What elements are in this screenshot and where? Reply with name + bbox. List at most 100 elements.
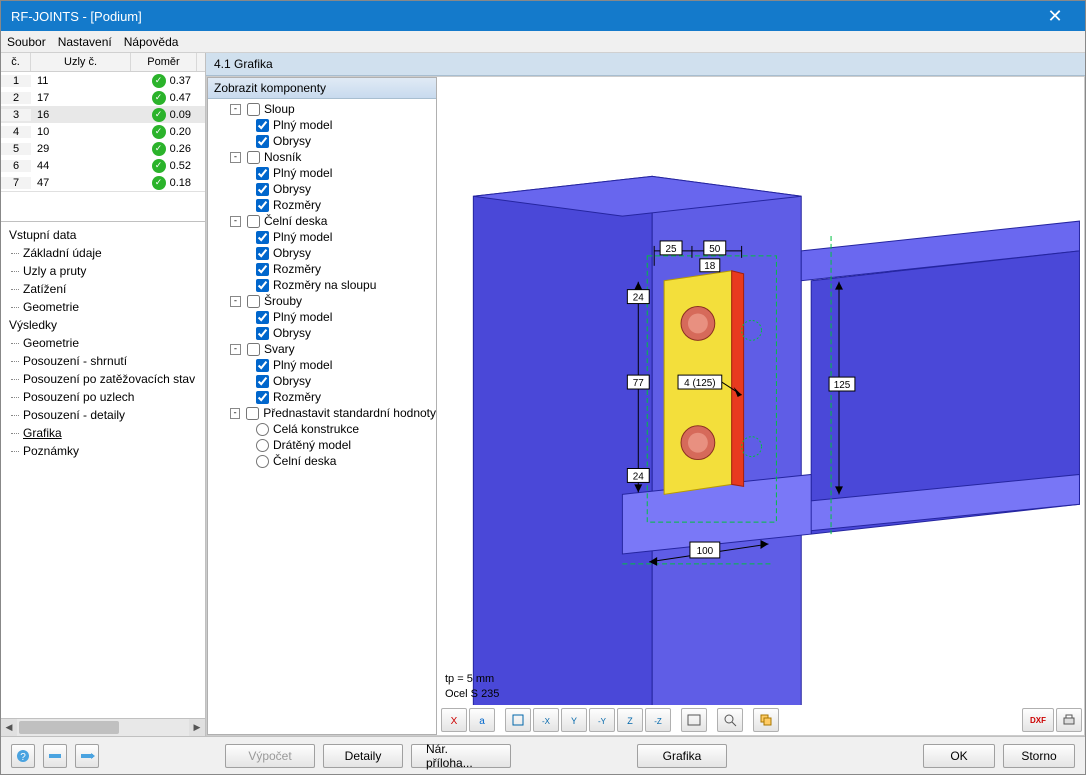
- hscroll[interactable]: ◀ ▶: [1, 718, 205, 736]
- graphic-viewport[interactable]: 25 50 18 24: [439, 77, 1084, 735]
- tree-group[interactable]: -Přednastavit standardní hodnoty: [216, 405, 436, 421]
- view-y-button[interactable]: Y: [561, 708, 587, 732]
- tree-checkbox[interactable]: [246, 407, 259, 420]
- tree-checkbox[interactable]: [256, 391, 269, 404]
- print-button[interactable]: [1056, 708, 1082, 732]
- tree-checkbox[interactable]: [256, 359, 269, 372]
- table-row[interactable]: 111✓0.37: [1, 72, 205, 89]
- zoom-button[interactable]: [717, 708, 743, 732]
- tree-item[interactable]: Obrysy: [216, 373, 436, 389]
- tree-checkbox[interactable]: [256, 135, 269, 148]
- tree-item[interactable]: Rozměry na sloupu: [216, 277, 436, 293]
- menu-help[interactable]: Nápověda: [124, 35, 179, 49]
- scroll-left[interactable]: ◀: [1, 719, 17, 736]
- tree-item[interactable]: Rozměry: [216, 389, 436, 405]
- view-iso-button[interactable]: [505, 708, 531, 732]
- tree-item[interactable]: Plný model: [216, 165, 436, 181]
- tree-radio[interactable]: [256, 455, 269, 468]
- table-row[interactable]: 747✓0.18: [1, 174, 205, 191]
- menu-settings[interactable]: Nastavení: [58, 35, 112, 49]
- table-row[interactable]: 316✓0.09: [1, 106, 205, 123]
- nav-item[interactable]: Poznámky: [3, 442, 203, 460]
- nav-item[interactable]: Posouzení - shrnutí: [3, 352, 203, 370]
- tree-item[interactable]: Drátěný model: [216, 437, 436, 453]
- tree-checkbox[interactable]: [256, 263, 269, 276]
- details-button[interactable]: Detaily: [323, 744, 403, 768]
- tree-group[interactable]: -Čelní deska: [216, 213, 436, 229]
- expand-icon[interactable]: -: [230, 216, 241, 227]
- tree-item[interactable]: Plný model: [216, 229, 436, 245]
- graphics-button[interactable]: Grafika: [637, 744, 727, 768]
- tree-item[interactable]: Čelní deska: [216, 453, 436, 469]
- tree-checkbox[interactable]: [247, 103, 260, 116]
- nav-item[interactable]: Posouzení - detaily: [3, 406, 203, 424]
- tree-checkbox[interactable]: [256, 375, 269, 388]
- cancel-button[interactable]: Storno: [1003, 744, 1075, 768]
- expand-icon[interactable]: -: [230, 296, 241, 307]
- expand-icon[interactable]: -: [230, 344, 241, 355]
- close-button[interactable]: ✕: [1035, 6, 1075, 27]
- tree-item[interactable]: Obrysy: [216, 133, 436, 149]
- nav-item[interactable]: Grafika: [3, 424, 203, 442]
- tree-checkbox[interactable]: [256, 327, 269, 340]
- tree-checkbox[interactable]: [256, 119, 269, 132]
- units-button[interactable]: [43, 744, 67, 768]
- tree-item[interactable]: Plný model: [216, 357, 436, 373]
- export-dxf-button[interactable]: DXF: [1022, 708, 1054, 732]
- tree-item[interactable]: Celá konstrukce: [216, 421, 436, 437]
- tree-checkbox[interactable]: [256, 231, 269, 244]
- tree-radio[interactable]: [256, 439, 269, 452]
- tree-item[interactable]: Plný model: [216, 117, 436, 133]
- tree-radio[interactable]: [256, 423, 269, 436]
- table-row[interactable]: 529✓0.26: [1, 140, 205, 157]
- nav-item[interactable]: Posouzení po zatěžovacích stav: [3, 370, 203, 388]
- nav-item[interactable]: Uzly a pruty: [3, 262, 203, 280]
- table-row[interactable]: 217✓0.47: [1, 89, 205, 106]
- tree-checkbox[interactable]: [247, 295, 260, 308]
- tree-item[interactable]: Rozměry: [216, 261, 436, 277]
- tree-checkbox[interactable]: [256, 199, 269, 212]
- tree-item[interactable]: Obrysy: [216, 245, 436, 261]
- view-neg-x-button[interactable]: -X: [533, 708, 559, 732]
- table-row[interactable]: 644✓0.52: [1, 157, 205, 174]
- tree-item[interactable]: Plný model: [216, 309, 436, 325]
- expand-icon[interactable]: -: [230, 152, 241, 163]
- scroll-right[interactable]: ▶: [189, 719, 205, 736]
- view-neg-y-button[interactable]: -Y: [589, 708, 615, 732]
- tree-group[interactable]: -Šrouby: [216, 293, 436, 309]
- nav-item[interactable]: Základní údaje: [3, 244, 203, 262]
- expand-icon[interactable]: -: [230, 408, 240, 419]
- tree-checkbox[interactable]: [247, 151, 260, 164]
- tree-group[interactable]: -Nosník: [216, 149, 436, 165]
- tree-checkbox[interactable]: [247, 215, 260, 228]
- annex-button[interactable]: Nár. příloha...: [411, 744, 511, 768]
- tree-group[interactable]: -Svary: [216, 341, 436, 357]
- nav-item[interactable]: Geometrie: [3, 334, 203, 352]
- nav-item[interactable]: Geometrie: [3, 298, 203, 316]
- scroll-thumb[interactable]: [19, 721, 119, 734]
- tree-checkbox[interactable]: [256, 311, 269, 324]
- view-fit-button[interactable]: [681, 708, 707, 732]
- view-neg-z-button[interactable]: -Z: [645, 708, 671, 732]
- tree-checkbox[interactable]: [256, 167, 269, 180]
- expand-icon[interactable]: -: [230, 104, 241, 115]
- view-z-button[interactable]: Z: [617, 708, 643, 732]
- tree-item[interactable]: Rozměry: [216, 197, 436, 213]
- ok-button[interactable]: OK: [923, 744, 995, 768]
- tree-checkbox[interactable]: [256, 247, 269, 260]
- menu-file[interactable]: Soubor: [7, 35, 46, 49]
- view-a-button[interactable]: a: [469, 708, 495, 732]
- tree-checkbox[interactable]: [256, 279, 269, 292]
- tree-checkbox[interactable]: [247, 343, 260, 356]
- table-row[interactable]: 410✓0.20: [1, 123, 205, 140]
- copy-view-button[interactable]: [753, 708, 779, 732]
- tree-item[interactable]: Obrysy: [216, 325, 436, 341]
- help-button[interactable]: ?: [11, 744, 35, 768]
- export-button[interactable]: [75, 744, 99, 768]
- nav-item[interactable]: Posouzení po uzlech: [3, 388, 203, 406]
- calculate-button[interactable]: Výpočet: [225, 744, 315, 768]
- tree-group[interactable]: -Sloup: [216, 101, 436, 117]
- view-x-button[interactable]: X: [441, 708, 467, 732]
- nav-item[interactable]: Zatížení: [3, 280, 203, 298]
- tree-checkbox[interactable]: [256, 183, 269, 196]
